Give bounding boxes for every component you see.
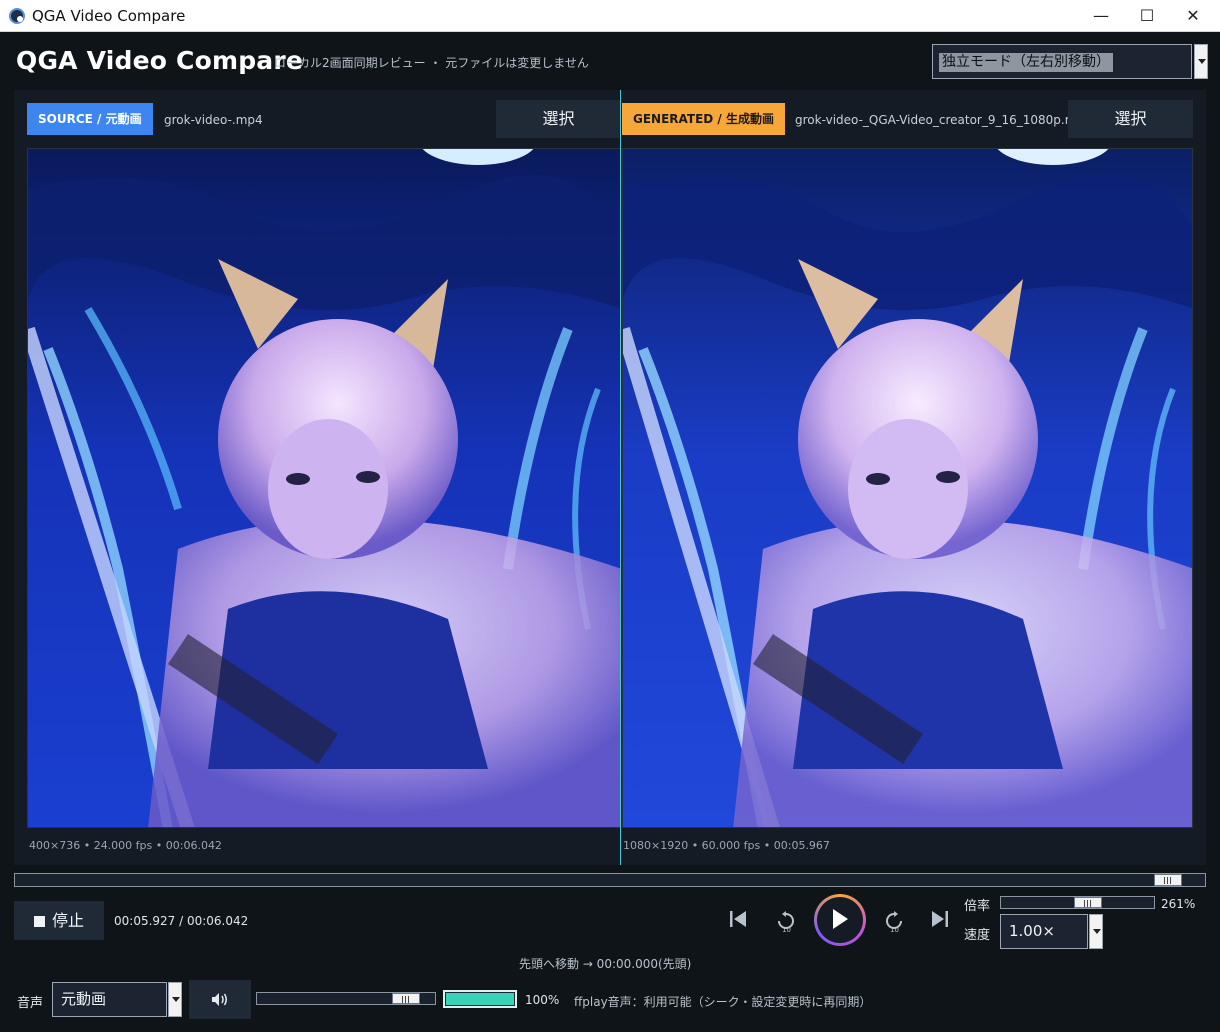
stop-icon — [34, 916, 45, 927]
window-title: QGA Video Compare — [32, 7, 186, 25]
mode-select[interactable]: 独立モード（左右別移動） — [932, 44, 1208, 79]
maximize-button[interactable]: ☐ — [1124, 0, 1170, 32]
chevron-down-icon — [172, 997, 180, 1002]
mode-dropdown-button[interactable] — [1194, 44, 1208, 79]
play-button[interactable] — [814, 894, 866, 946]
speed-select-value: 1.00× — [1009, 922, 1055, 940]
generated-filename: grok-video-_QGA-Video_creator_9_16_1080p… — [795, 113, 1092, 127]
mute-button[interactable] — [189, 980, 251, 1019]
app-subtitle: ローカル2画面同期レビュー ・ 元ファイルは変更しません — [274, 56, 589, 70]
source-badge: SOURCE / 元動画 — [27, 103, 153, 135]
generated-panel: GENERATED / 生成動画 grok-video-_QGA-Video_c… — [622, 90, 1206, 865]
skip-start-icon[interactable] — [727, 908, 749, 930]
generated-video-frame[interactable] — [622, 148, 1193, 828]
zoom-slider[interactable] — [1000, 896, 1155, 909]
ffplay-status: ffplay音声：利用可能（シーク・設定変更時に再同期） — [574, 995, 872, 1009]
replay-10-icon[interactable]: 10 — [774, 910, 798, 936]
audio-source-value: 元動画 — [61, 990, 107, 1008]
app-title: QGA Video Compare — [16, 46, 304, 75]
chevron-down-icon — [1093, 929, 1101, 934]
status-hint: 先頭へ移動 → 00:00.000(先頭) — [519, 957, 692, 971]
audio-level-meter — [443, 990, 517, 1008]
audio-dropdown-button[interactable] — [168, 982, 182, 1017]
chevron-down-icon — [1198, 59, 1206, 64]
source-video-frame[interactable] — [27, 148, 621, 828]
stop-button[interactable]: 停止 — [14, 901, 104, 940]
mode-select-value: 独立モード（左右別移動） — [939, 53, 1113, 72]
speed-dropdown-button[interactable] — [1089, 914, 1103, 949]
play-icon — [833, 909, 848, 929]
generated-select-button[interactable]: 選択 — [1068, 100, 1193, 138]
source-panel: SOURCE / 元動画 grok-video-.mp4 選択 400×736 … — [14, 90, 622, 865]
zoom-value: 261% — [1161, 897, 1196, 911]
source-video-image — [28, 149, 620, 827]
app-logo-icon — [9, 8, 25, 24]
close-button[interactable]: ✕ — [1170, 0, 1216, 32]
generated-meta: 1080×1920 • 60.000 fps • 00:05.967 — [623, 839, 830, 852]
speed-label: 速度 — [964, 928, 991, 943]
source-meta: 400×736 • 24.000 fps • 00:06.042 — [29, 839, 222, 852]
timeline-thumb[interactable] — [1153, 874, 1182, 886]
audio-source-select[interactable]: 元動画 — [52, 982, 182, 1017]
svg-text:10: 10 — [890, 926, 899, 934]
compare-divider[interactable] — [620, 90, 621, 865]
volume-thumb[interactable] — [392, 993, 420, 1004]
minimize-button[interactable]: — — [1078, 0, 1124, 32]
stop-label: 停止 — [52, 911, 85, 930]
zoom-label: 倍率 — [964, 899, 991, 914]
audio-level-percent: 100% — [525, 993, 560, 1007]
audio-label: 音声 — [17, 996, 44, 1011]
skip-end-icon[interactable] — [929, 908, 951, 930]
source-select-button[interactable]: 選択 — [496, 100, 621, 138]
audio-level-fill — [446, 993, 514, 1005]
zoom-thumb[interactable] — [1073, 897, 1102, 908]
forward-10-icon[interactable]: 10 — [882, 910, 906, 936]
volume-slider[interactable] — [256, 992, 436, 1005]
svg-text:10: 10 — [782, 926, 791, 934]
source-filename: grok-video-.mp4 — [164, 113, 263, 127]
generated-video-image — [623, 149, 1192, 827]
timecode: 00:05.927 / 00:06.042 — [114, 914, 249, 928]
speed-select[interactable]: 1.00× — [1000, 914, 1103, 949]
generated-badge: GENERATED / 生成動画 — [622, 103, 785, 135]
window-titlebar: QGA Video Compare — ☐ ✕ — [0, 0, 1220, 32]
speaker-icon — [212, 993, 227, 1006]
timeline-slider[interactable] — [14, 873, 1206, 887]
